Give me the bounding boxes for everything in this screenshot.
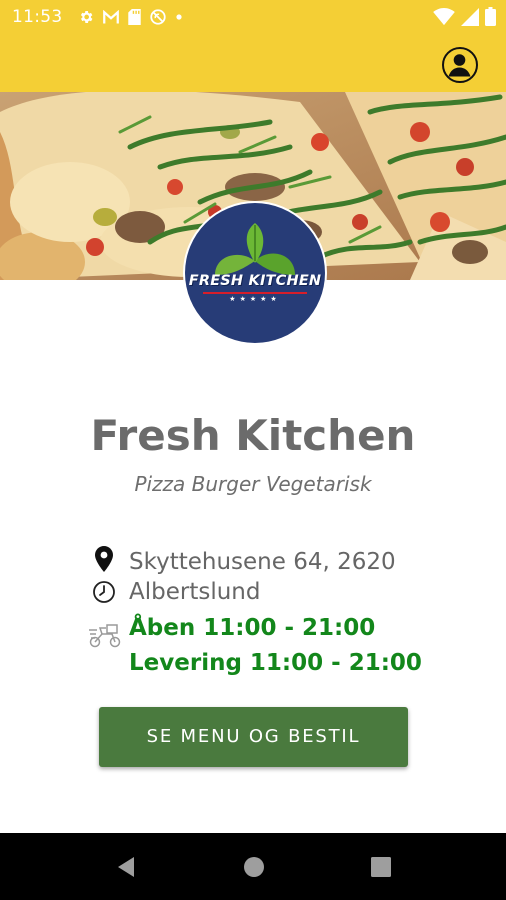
address-line-2: Albertslund	[129, 579, 261, 605]
logo-text: FRESH KITCHEN	[188, 273, 322, 289]
delivery-scooter-icon	[89, 624, 121, 648]
recents-icon[interactable]	[369, 855, 393, 879]
status-time: 11:53	[12, 7, 63, 27]
settings-icon	[80, 11, 93, 23]
logo-stars: ★★★★★	[229, 295, 281, 303]
battery-icon	[485, 7, 496, 26]
system-status-icons	[433, 7, 496, 26]
notification-icons	[78, 8, 183, 26]
logo-underline	[203, 292, 307, 294]
home-icon[interactable]	[242, 855, 266, 879]
restaurant-logo: FRESH KITCHEN ★★★★★	[185, 203, 325, 343]
app-bar	[0, 36, 506, 92]
restaurant-tagline: Pizza Burger Vegetarisk	[134, 472, 372, 496]
opening-hours: Åben 11:00 - 21:00	[129, 615, 376, 641]
signal-icon	[461, 7, 479, 26]
location-pin-icon	[95, 546, 113, 572]
address-line-1: Skyttehusene 64, 2620	[129, 549, 396, 575]
wifi-icon	[433, 7, 455, 25]
gmail-icon	[103, 9, 119, 23]
no-disturb-icon	[150, 9, 166, 25]
delivery-hours: Levering 11:00 - 21:00	[129, 650, 422, 676]
restaurant-name: Fresh Kitchen	[90, 411, 416, 460]
back-icon[interactable]	[114, 855, 138, 879]
account-button[interactable]	[442, 47, 478, 83]
system-navigation-bar	[0, 833, 506, 900]
dot-icon	[176, 14, 182, 20]
account-circle-icon	[448, 54, 471, 77]
see-menu-and-order-button[interactable]: SE MENU OG BESTIL	[99, 707, 408, 767]
clock-icon	[93, 581, 115, 603]
sd-card-icon	[128, 9, 141, 25]
status-bar: 11:53	[0, 0, 506, 36]
